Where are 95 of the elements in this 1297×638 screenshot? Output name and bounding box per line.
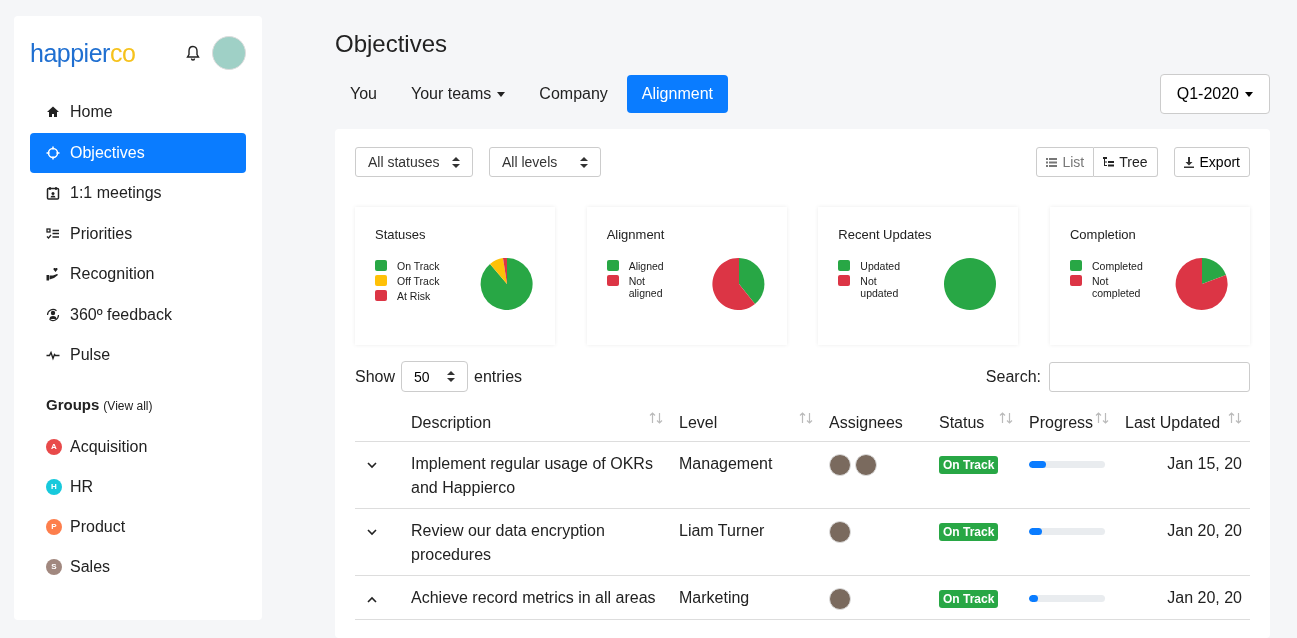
sort-icon[interactable] [799, 412, 813, 424]
column-header[interactable]: Progress [1029, 414, 1094, 432]
sort-icon[interactable] [1228, 412, 1242, 424]
status-badge: On Track [939, 523, 999, 541]
card-title: Completion [1069, 227, 1137, 242]
pie-chart-drawing [942, 256, 999, 312]
pie-chart-drawing [1173, 256, 1230, 312]
chevron-up-icon[interactable] [367, 596, 377, 603]
legend-label: Not completed [1091, 275, 1142, 299]
nav-item[interactable]: 1:1 meetings [30, 173, 246, 213]
column-header[interactable]: Level [679, 414, 718, 432]
group-item[interactable]: HR [70, 477, 94, 496]
legend-label: Updated [860, 260, 901, 272]
groups-heading: Groups [46, 395, 100, 413]
sort-icon[interactable] [649, 412, 663, 424]
table-cell: Jan 20, 20 [1167, 589, 1242, 606]
search-field[interactable] [1049, 361, 1250, 392]
column-header[interactable]: Status [939, 414, 985, 432]
bell-icon[interactable] [186, 45, 200, 61]
nav-item[interactable]: Priorities [30, 213, 246, 254]
tree-icon [1103, 157, 1115, 167]
legend-label: Not aligned [628, 275, 664, 299]
sort-arrows-icon [447, 371, 456, 382]
table-cell: Implement regular usage of OKRs and Happierco [411, 455, 653, 496]
nav-item[interactable]: Home [30, 92, 246, 132]
nav-item[interactable]: Objectives [30, 132, 246, 173]
table-cell: Marketing [679, 589, 750, 606]
nav-item[interactable]: 360º feedback [30, 294, 246, 335]
pie-chart-drawing [710, 256, 767, 312]
column-header[interactable]: Last Updated [1125, 414, 1221, 432]
tab[interactable]: Company [524, 75, 623, 113]
hand-heart-icon [46, 267, 60, 281]
column-header[interactable]: Assignees [829, 414, 903, 432]
nav-item[interactable]: Recognition [30, 254, 246, 294]
sort-icon[interactable] [999, 412, 1013, 424]
export-button[interactable]: Export [1173, 147, 1250, 177]
table-cell: Jan 15, 20 [1167, 455, 1242, 472]
search-label: Search: [985, 367, 1041, 386]
pie-chart-drawing [479, 256, 535, 312]
filter-dropdown[interactable]: All statuses [355, 147, 473, 177]
column-header[interactable]: Description [411, 414, 492, 432]
group-item[interactable]: Acquisition [70, 437, 148, 456]
period-dropdown[interactable]: Q1-2020 [1159, 74, 1270, 114]
chevron-down-icon[interactable] [367, 529, 377, 536]
view-toggle-button[interactable]: Tree [1094, 147, 1158, 177]
legend-label: Aligned [628, 260, 665, 272]
card-title: Alignment [606, 227, 666, 242]
status-badge: On Track [939, 456, 999, 474]
filter-dropdown[interactable]: All levels [489, 147, 601, 177]
tab[interactable]: Your teams [396, 75, 521, 113]
card-title: Statuses [375, 227, 427, 242]
legend-label: On Track [397, 260, 441, 272]
calendar-icon [46, 186, 60, 200]
card-title: Recent Updates [838, 227, 933, 242]
assignee-avatar [855, 454, 877, 476]
tab[interactable]: You [335, 75, 392, 113]
assignee-avatar [829, 454, 851, 476]
home-icon [46, 105, 60, 119]
group-badge: P [46, 518, 62, 535]
view-all-link[interactable]: (View all) [103, 398, 153, 413]
download-icon [1183, 156, 1194, 168]
nav-item[interactable]: Pulse [30, 335, 246, 375]
sort-arrows-icon [452, 156, 460, 168]
legend-label: Off Track [397, 275, 441, 287]
tab[interactable]: Alignment [626, 75, 728, 113]
legend-label: Completed [1091, 260, 1142, 272]
group-item[interactable]: Product [70, 517, 126, 536]
table-cell: Management [679, 455, 773, 472]
table-cell: Jan 20, 20 [1167, 522, 1242, 539]
assignee-avatar [829, 588, 851, 610]
entries-label: entries [474, 367, 523, 386]
user-avatar[interactable] [212, 36, 246, 70]
table-cell: Achieve record metrics in all areas [411, 589, 656, 606]
sort-icon[interactable] [1095, 412, 1109, 424]
table-cell: Review our data encryption procedures [411, 522, 605, 563]
show-label: Show [355, 367, 396, 386]
group-badge: S [46, 558, 62, 575]
group-badge: A [46, 438, 62, 455]
list-icon [1046, 157, 1058, 167]
entries-dropdown[interactable]: 50 [401, 361, 469, 392]
logo[interactable]: happierco [30, 38, 186, 68]
legend-label: At Risk [397, 290, 432, 302]
checklist-icon [46, 226, 60, 241]
chevron-down-icon[interactable] [367, 462, 377, 469]
person-cycle-icon [46, 307, 60, 322]
view-toggle-button[interactable]: List [1036, 147, 1095, 177]
crosshair-icon [46, 145, 60, 160]
table-cell: Liam Turner [679, 522, 765, 539]
sort-arrows-icon [580, 156, 588, 168]
status-badge: On Track [939, 590, 999, 608]
legend-label: Not updated [860, 275, 900, 299]
group-item[interactable]: Sales [70, 557, 111, 576]
page-title: Objectives [335, 30, 449, 58]
group-badge: H [46, 478, 62, 495]
assignee-avatar [829, 521, 851, 543]
